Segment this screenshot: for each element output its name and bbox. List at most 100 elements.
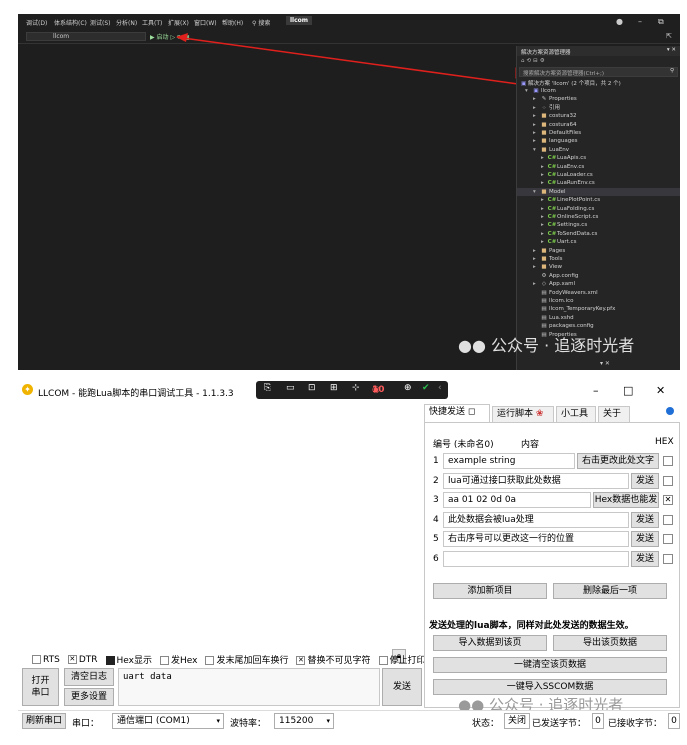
- checkbox-box[interactable]: [32, 654, 41, 664]
- tab-tools[interactable]: 小工具: [556, 406, 596, 422]
- tab-about[interactable]: 关于: [598, 406, 630, 422]
- tree-item[interactable]: ▸ C#LuaRunEnv.cs: [517, 179, 680, 187]
- share-icon[interactable]: ⇱: [666, 32, 672, 40]
- tree-item[interactable]: ▤ Lua.xshd: [517, 314, 680, 322]
- restore-icon[interactable]: ⧉: [658, 17, 664, 27]
- checkbox-box[interactable]: [67, 654, 77, 664]
- menu-debug[interactable]: 调试(D): [26, 18, 47, 27]
- panel-bottom-close[interactable]: ▾ ✕: [600, 360, 610, 367]
- full-screen-icon[interactable]: ⊞: [330, 383, 338, 393]
- tab-quick-send[interactable]: 快捷发送 ◻: [424, 404, 490, 422]
- close-icon[interactable]: ▾ ✕: [667, 47, 676, 53]
- minimize-icon[interactable]: –: [638, 17, 642, 26]
- menu-analyze[interactable]: 分析(N): [116, 18, 137, 27]
- tree-item[interactable]: ▸ ■ languages: [517, 137, 680, 145]
- row-hex-checkbox[interactable]: [663, 456, 673, 466]
- refresh-port-button[interactable]: 刷新串口: [22, 713, 66, 729]
- row-index[interactable]: 6: [433, 554, 439, 564]
- row-index[interactable]: 4: [433, 515, 439, 525]
- row-index[interactable]: 3: [433, 495, 439, 505]
- row-send-button[interactable]: 发送: [631, 472, 659, 489]
- export-page-button[interactable]: 导出该页数据: [553, 635, 667, 651]
- tree-item[interactable]: ▸ C#Settings.cs: [517, 221, 680, 229]
- vs-search-box[interactable]: ⚲ 搜索: [252, 18, 270, 27]
- tree-item[interactable]: ▤ llcom_TemporaryKey.pfx: [517, 305, 680, 313]
- option-checkbox[interactable]: RTS: [32, 654, 60, 665]
- row-hex-checkbox[interactable]: ✕: [663, 495, 673, 505]
- record-screen-icon[interactable]: ▭: [286, 383, 295, 393]
- row-content-input[interactable]: 此处数据会被lua处理: [443, 511, 629, 528]
- row-hex-checkbox[interactable]: [663, 534, 673, 544]
- menu-extensions[interactable]: 扩展(X): [168, 18, 189, 27]
- tree-item[interactable]: ▾ ▣ llcom: [517, 87, 680, 95]
- tree-item[interactable]: ▤ FodyWeavers.xml: [517, 289, 680, 297]
- send-data-input[interactable]: uart data: [118, 668, 380, 706]
- port-select[interactable]: 通信端口 (COM1) ▾: [112, 713, 224, 729]
- row-content-input[interactable]: 右击序号可以更改这一行的位置: [443, 531, 629, 547]
- import-sscom-button[interactable]: 一键导入SSCOM数据: [433, 679, 667, 695]
- settings-icon[interactable]: ⚙: [540, 58, 547, 64]
- tree-item[interactable]: ▸ ⁘ 引用: [517, 104, 680, 112]
- menu-tools[interactable]: 工具(T): [142, 18, 162, 27]
- tree-item[interactable]: ▸ ◇ App.xaml: [517, 280, 680, 288]
- tree-item[interactable]: ▸ C#Uart.cs: [517, 238, 680, 246]
- row-send-button[interactable]: 右击更改此处文字: [577, 453, 659, 469]
- tree-item[interactable]: ▾ ■ LuaEnv: [517, 146, 680, 154]
- row-send-button[interactable]: Hex数据也能发: [593, 492, 659, 508]
- account-avatar-icon[interactable]: ●: [616, 17, 623, 26]
- add-item-button[interactable]: 添加新项目: [433, 583, 547, 599]
- tree-item[interactable]: ▸ C#LuaFolding.cs: [517, 205, 680, 213]
- option-checkbox[interactable]: 替换不可见字符: [296, 653, 371, 666]
- row-hex-checkbox[interactable]: [663, 553, 673, 564]
- menu-help[interactable]: 帮助(H): [222, 18, 243, 27]
- row-content-input[interactable]: lua可通过接口获取此处数据: [443, 472, 629, 489]
- tab-run-script[interactable]: 运行脚本 ❀: [492, 406, 554, 422]
- solution-node[interactable]: ▣ 解决方案 'llcom' (2 个项目，共 2 个): [517, 78, 680, 87]
- checkbox-box[interactable]: [205, 656, 215, 665]
- clear-page-button[interactable]: 一键清空该页数据: [433, 657, 667, 673]
- more-settings-button[interactable]: 更多设置: [64, 688, 114, 706]
- tree-item[interactable]: ▸ C#LuaApis.cs: [517, 154, 680, 162]
- row-send-button[interactable]: 发送: [631, 550, 659, 567]
- row-index[interactable]: 5: [433, 534, 439, 544]
- run-button[interactable]: ▶ 启动 ▷ ⟳ ▦: [150, 32, 190, 41]
- checkbox-box[interactable]: [159, 656, 169, 665]
- option-checkbox[interactable]: 发末尾加回车换行: [205, 653, 288, 666]
- row-send-button[interactable]: 发送: [631, 511, 659, 528]
- tree-item[interactable]: ▸ ■ Pages: [517, 247, 680, 255]
- tree-item[interactable]: ▾ ■ Model: [517, 187, 680, 196]
- tree-item[interactable]: ▸ C#LuaEnv.cs: [517, 163, 680, 171]
- menu-test[interactable]: 测试(S): [90, 18, 111, 27]
- tree-item[interactable]: ▸ C#OnlineScript.cs: [517, 213, 680, 221]
- collapse-arrow-icon[interactable]: ‹: [438, 383, 442, 393]
- option-checkbox[interactable]: 停止打印: [378, 653, 426, 666]
- tree-item[interactable]: ▸ ✎ Properties: [517, 95, 680, 103]
- tree-item[interactable]: ▸ C#LuaLoader.cs: [517, 171, 680, 179]
- startup-project-combo[interactable]: llcom: [26, 32, 146, 41]
- menu-window[interactable]: 窗口(W): [194, 18, 217, 27]
- open-port-button[interactable]: 打开 串口: [22, 668, 59, 706]
- tree-item[interactable]: ▸ ■ costura32: [517, 112, 680, 120]
- solution-search-input[interactable]: 搜索解决方案资源管理器(Ctrl+;) ⚲: [519, 67, 678, 77]
- row-hex-checkbox[interactable]: [663, 475, 673, 486]
- option-checkbox[interactable]: DTR: [67, 654, 98, 665]
- minimize-icon[interactable]: –: [593, 384, 599, 397]
- maximize-icon[interactable]: □: [623, 384, 633, 397]
- tree-item[interactable]: ▤ packages.config: [517, 322, 680, 330]
- tree-item[interactable]: ▸ C#LinePlotPoint.cs: [517, 196, 680, 204]
- serial-log-area[interactable]: 🔒︎: [18, 406, 418, 663]
- tree-item[interactable]: ▸ C#ToSendData.cs: [517, 230, 680, 238]
- close-icon[interactable]: ✕: [656, 384, 665, 397]
- checkbox-box[interactable]: [378, 656, 388, 665]
- clear-log-button[interactable]: 清空日志: [64, 668, 114, 686]
- row-content-input[interactable]: example string: [443, 453, 575, 469]
- row-hex-checkbox[interactable]: [663, 514, 673, 525]
- tree-item[interactable]: ▸ ■ View: [517, 263, 680, 271]
- row-content-input[interactable]: aa 01 02 0d 0a: [443, 492, 591, 508]
- screenshot-icon[interactable]: ⎘: [264, 383, 271, 393]
- row-index[interactable]: 2: [433, 476, 439, 486]
- tree-item[interactable]: ⚙ App.config: [517, 272, 680, 280]
- timer-icon[interactable]: ⊕: [404, 383, 412, 393]
- region-capture-icon[interactable]: ⊹: [352, 383, 360, 393]
- send-button[interactable]: 发送: [382, 668, 422, 706]
